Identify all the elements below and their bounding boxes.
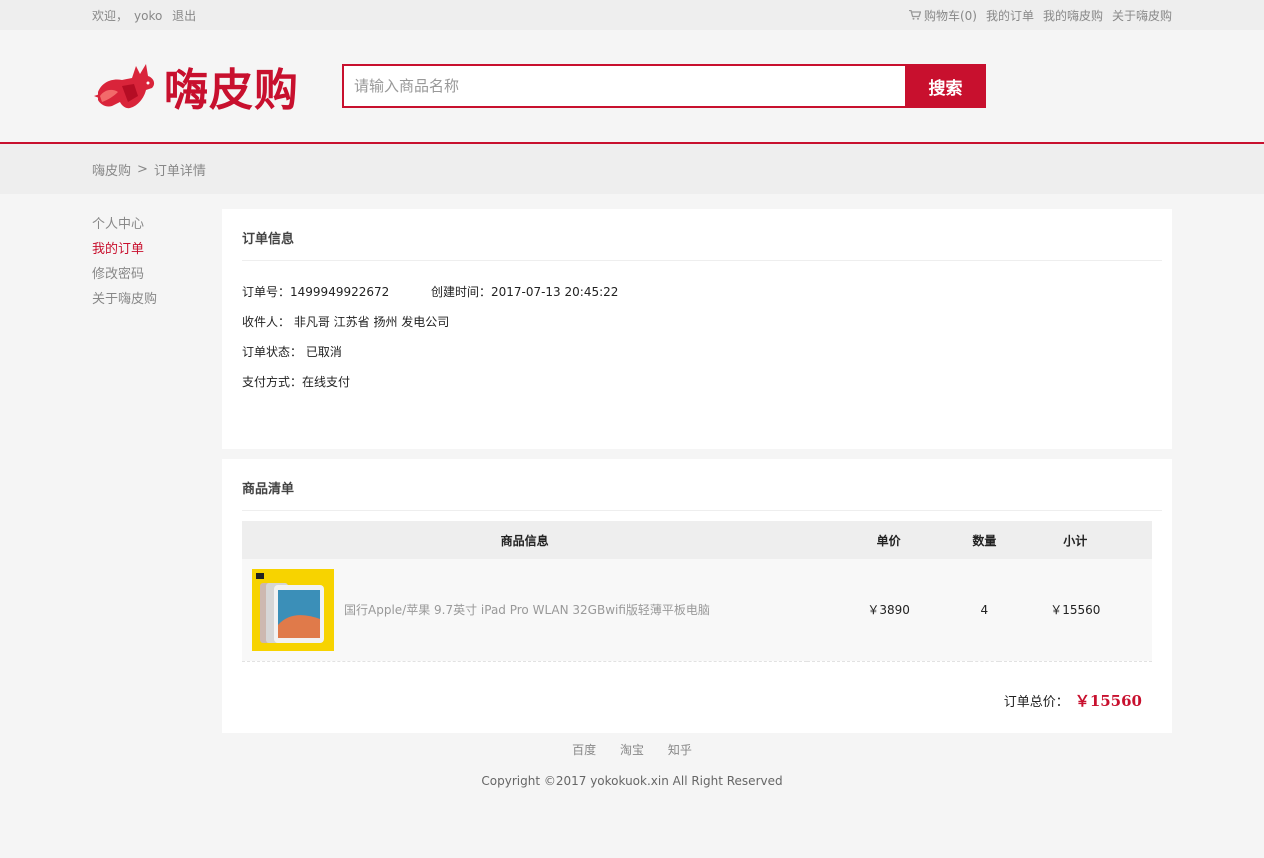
product-name[interactable]: 国行Apple/苹果 9.7英寸 iPad Pro WLAN 32GBwifi版… [344,601,710,618]
welcome-text: 欢迎， [92,8,129,23]
product-list-title: 商品清单 [242,459,1162,511]
breadcrumb-current: 订单详情 [153,163,206,179]
payment-row: 支付方式：在线支付 [242,367,1162,397]
created-time: 2017-07-13 20:45:22 [490,285,619,299]
footer: 百度 淘宝 知乎 Copyright ©2017 yokokuok.xin Al… [0,741,1264,788]
table-header-row: 商品信息 单价 数量 小计 [242,521,1152,559]
breadcrumb: 嗨皮购 > 订单详情 [92,144,1172,194]
order-total: 订单总价： ￥15560 [242,662,1162,711]
order-total-label: 订单总价： [1003,694,1069,710]
footer-link-taobao[interactable]: 淘宝 [620,743,644,757]
logo-text: 嗨皮购 [164,65,299,116]
logo-dog-icon [94,64,155,109]
logout-link[interactable]: 退出 [172,9,196,23]
cart-icon [908,10,921,20]
order-info-body: 订单号：1499949922672 创建时间：2017-07-13 20:45:… [242,261,1162,449]
content: 订单信息 订单号：1499949922672 创建时间：2017-07-13 2… [222,209,1172,733]
sidenav-item-about[interactable]: 关于嗨皮购 [92,287,222,312]
product-list-panel: 商品清单 商品信息 单价 数量 小计 国行Apple/苹果 9.7英寸 iPad… [222,459,1172,733]
about-link[interactable]: 关于嗨皮购 [1112,7,1172,24]
order-number: 1499949922672 [290,285,390,299]
product-table: 商品信息 单价 数量 小计 国行Apple/苹果 9.7英寸 iPad Pro … [242,521,1152,662]
ipad-icon [252,568,334,651]
header: 嗨皮购 搜索 [0,30,1264,144]
sidenav-item-change-password[interactable]: 修改密码 [92,262,222,287]
top-links: 购物车(0) 我的订单 我的嗨皮购 关于嗨皮购 [900,7,1172,24]
cart-link[interactable]: 购物车(0) [908,7,977,24]
product-subtotal: ￥15560 [1050,603,1101,618]
order-status-label: 订单状态： [242,345,303,359]
footer-link-zhihu[interactable]: 知乎 [668,743,692,757]
column-header-product: 商品信息 [500,533,549,548]
side-nav: 个人中心 我的订单 修改密码 关于嗨皮购 [92,209,222,733]
column-header-quantity: 数量 [972,533,997,548]
username: yoko [134,8,163,23]
table-row: 国行Apple/苹果 9.7英寸 iPad Pro WLAN 32GBwifi版… [242,559,1152,661]
search-button[interactable]: 搜索 [905,64,986,108]
payment-label: 支付方式： [242,375,303,389]
breadcrumb-home[interactable]: 嗨皮购 [92,160,131,179]
created-time-label: 创建时间： [430,285,491,299]
copyright: Copyright ©2017 yokokuok.xin All Right R… [481,774,783,788]
breadcrumb-bar: 嗨皮购 > 订单详情 [0,144,1264,194]
order-status-row: 订单状态： 已取消 [242,337,1162,367]
sidenav-item-personal-center[interactable]: 个人中心 [92,212,222,237]
top-bar: 欢迎， yoko 退出 购物车(0) 我的订单 我的嗨皮购 关于嗨皮购 [0,0,1264,30]
column-header-subtotal: 小计 [1063,533,1088,548]
order-info-title: 订单信息 [242,209,1162,261]
receiver-label: 收件人： [242,315,291,329]
receiver: 非凡哥 江苏省 扬州 发电公司 [293,315,450,329]
search-input[interactable] [342,64,905,108]
receiver-row: 收件人： 非凡哥 江苏省 扬州 发电公司 [242,307,1162,337]
order-total-amount: ￥15560 [1074,691,1142,710]
payment-method: 在线支付 [302,375,351,389]
welcome-area: 欢迎， yoko 退出 [92,7,196,24]
sidenav-item-my-orders[interactable]: 我的订单 [92,237,222,262]
order-number-row: 订单号：1499949922672 创建时间：2017-07-13 20:45:… [242,277,1162,307]
order-info-panel: 订单信息 订单号：1499949922672 创建时间：2017-07-13 2… [222,209,1172,449]
product-cell: 国行Apple/苹果 9.7英寸 iPad Pro WLAN 32GBwifi版… [242,559,807,661]
product-quantity: 4 [980,602,989,617]
search-bar: 搜索 [342,64,986,108]
cart-label: 购物车(0) [923,8,977,23]
footer-links: 百度 淘宝 知乎 [0,741,1264,758]
column-header-price: 单价 [876,533,901,548]
product-price: ￥3890 [867,603,910,618]
order-number-label: 订单号： [242,285,291,299]
main-area: 个人中心 我的订单 修改密码 关于嗨皮购 订单信息 订单号：1499949922… [92,209,1172,733]
logo[interactable]: 嗨皮购 [92,54,342,118]
my-hipigo-link[interactable]: 我的嗨皮购 [1043,7,1103,24]
breadcrumb-separator: > [137,161,148,177]
my-orders-link[interactable]: 我的订单 [986,7,1034,24]
footer-link-baidu[interactable]: 百度 [572,743,596,757]
product-image[interactable] [252,568,334,651]
order-status: 已取消 [305,345,342,359]
